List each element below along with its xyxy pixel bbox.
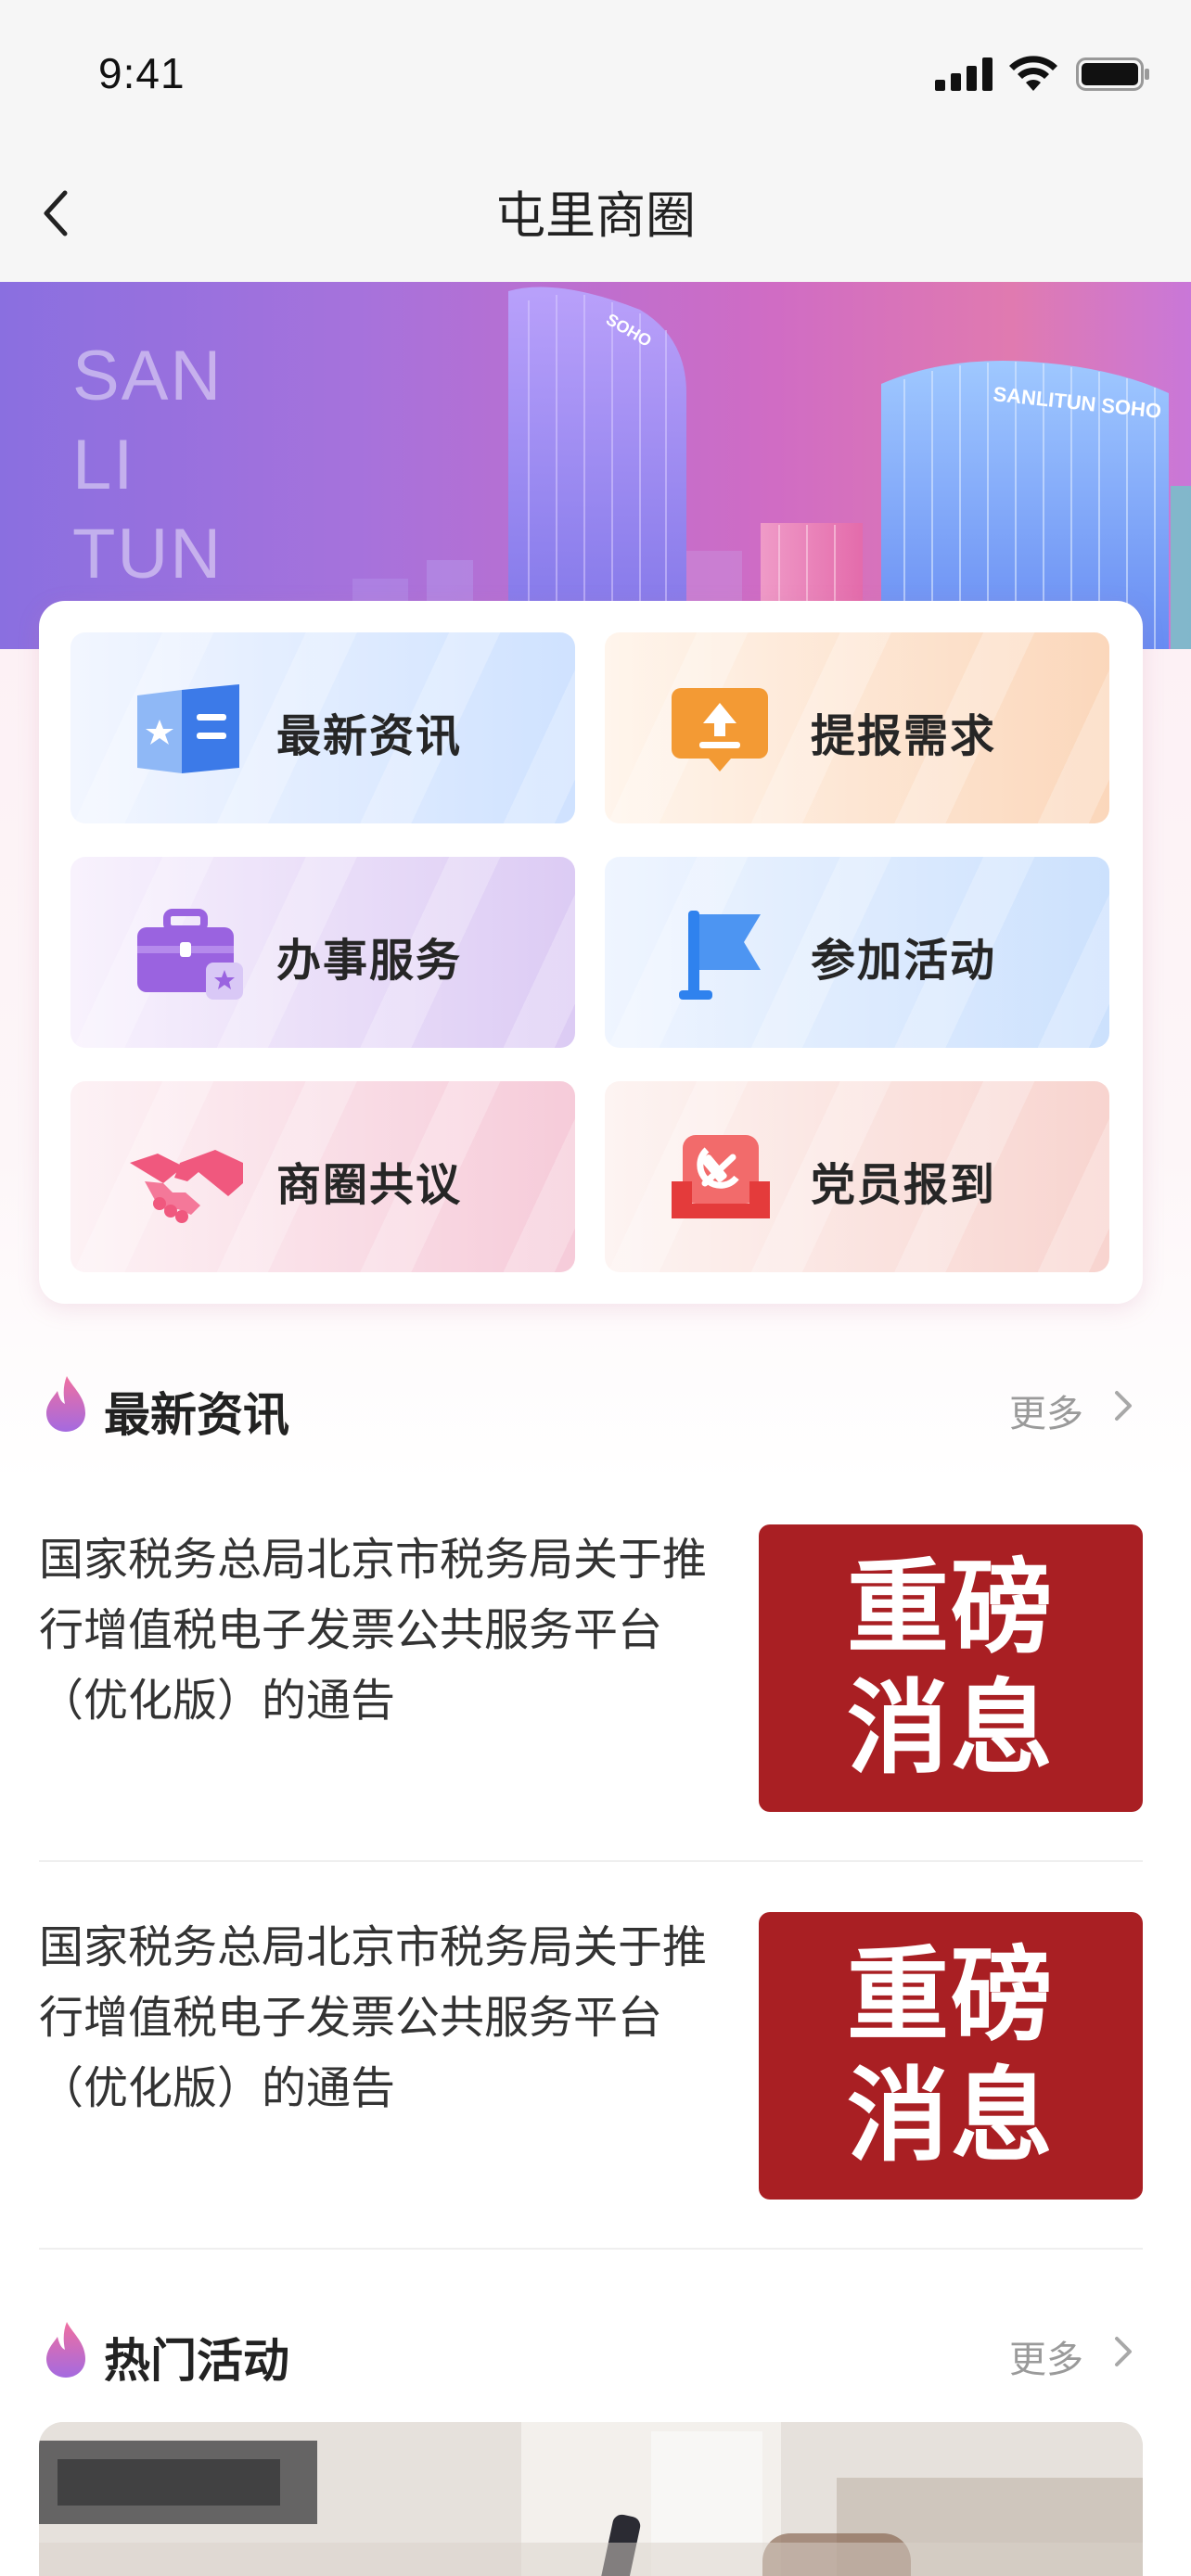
service-label-affairs: 办事服务 (276, 935, 463, 987)
divider (39, 2248, 1143, 2250)
news-more-link[interactable]: 更多 (994, 1382, 1143, 1437)
news-item-thumbnail: 重磅 消息 (759, 1524, 1143, 1812)
service-tile-submit-request[interactable]: 提报需求 (605, 632, 1109, 823)
status-time: 9:41 (98, 49, 186, 97)
status-bar: 9:41 (0, 0, 1191, 158)
upload-icon (672, 688, 768, 772)
service-tile-join-activity[interactable]: 参加活动 (605, 857, 1109, 1048)
service-card: 最新资讯 提报需求 办事服务 参加活动 商圈共议 党员报到 (39, 601, 1143, 1304)
service-tile-news[interactable]: 最新资讯 (70, 632, 575, 823)
news-item[interactable]: 国家税务总局北京市税务局关于推行增值税电子发票公共服务平台（优化版）的通告 重磅… (39, 1912, 1143, 2200)
activity-photo (39, 2422, 1143, 2576)
activity-card-image[interactable] (39, 2422, 1143, 2576)
news-section-header: 最新资讯 更多 (39, 1371, 1143, 1445)
service-tile-discussion[interactable]: 商圈共议 (70, 1081, 575, 1272)
flame-icon (46, 1376, 85, 1432)
banner-word-tun: TUN (72, 515, 224, 593)
wifi-icon (1009, 56, 1057, 91)
news-more-text: 更多 (1009, 1393, 1083, 1435)
flame-icon (46, 2322, 85, 2378)
news-thumbnail-text: 重磅 消息 (847, 1549, 1055, 1788)
news-item-title: 国家税务总局北京市税务局关于推行增值税电子发票公共服务平台（优化版）的通告 (39, 1534, 708, 1727)
activity-more-text: 更多 (1009, 2339, 1083, 2381)
chevron-right-icon (1115, 2337, 1132, 2366)
page-title: 屯里商圈 (495, 186, 696, 245)
nav-bar: 屯里商圈 (0, 158, 1191, 282)
battery-icon (1076, 57, 1149, 91)
news-thumbnail-text: 重磅 消息 (847, 1936, 1055, 2175)
activity-section-title: 热门活动 (104, 2334, 289, 2388)
service-label-submit-request: 提报需求 (811, 710, 997, 762)
chevron-right-icon (1115, 1391, 1132, 1421)
briefcase-icon (137, 909, 243, 1000)
news-icon (137, 684, 239, 773)
service-label-party-checkin: 党员报到 (811, 1159, 997, 1211)
service-label-join-activity: 参加活动 (811, 935, 997, 987)
service-tile-affairs[interactable]: 办事服务 (70, 857, 575, 1048)
activity-more-link[interactable]: 更多 (994, 2327, 1143, 2383)
news-section-title: 最新资讯 (104, 1388, 289, 1442)
service-label-news: 最新资讯 (276, 710, 463, 762)
banner-word-li: LI (72, 426, 135, 504)
service-label-discussion: 商圈共议 (276, 1159, 463, 1211)
divider (39, 1860, 1143, 1862)
signal-icon (935, 57, 992, 91)
news-item-thumbnail: 重磅 消息 (759, 1912, 1143, 2200)
activity-section-header: 热门活动 更多 (39, 2316, 1143, 2391)
service-tile-party-checkin[interactable]: 党员报到 (605, 1081, 1109, 1272)
party-emblem-icon (672, 1135, 770, 1218)
banner-watermark-text: SAN LI TUN (72, 332, 223, 599)
banner-word-san: SAN (72, 337, 224, 415)
flag-icon (679, 911, 761, 1000)
news-item[interactable]: 国家税务总局北京市税务局关于推行增值税电子发票公共服务平台（优化版）的通告 重磅… (39, 1524, 1143, 1812)
handshake-icon (130, 1150, 243, 1223)
news-item-title: 国家税务总局北京市税务局关于推行增值税电子发票公共服务平台（优化版）的通告 (39, 1921, 708, 2114)
